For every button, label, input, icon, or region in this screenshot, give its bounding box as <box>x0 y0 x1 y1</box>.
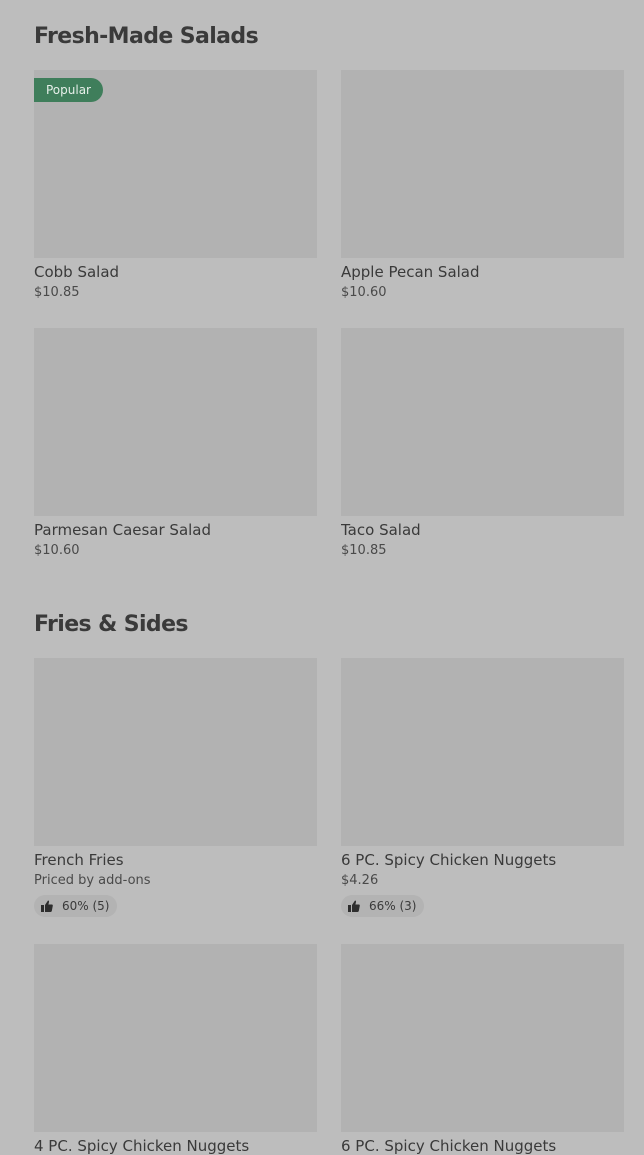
menu-item-card[interactable]: French Fries Priced by add-ons 60% (5) <box>34 658 317 918</box>
item-name: Taco Salad <box>341 521 421 539</box>
item-image <box>341 328 624 516</box>
item-image <box>34 658 317 846</box>
section-title-fries-sides: Fries & Sides <box>34 612 188 637</box>
item-image <box>341 944 624 1132</box>
item-name: French Fries <box>34 851 124 869</box>
section-title-salads: Fresh-Made Salads <box>34 24 259 49</box>
item-price: $10.85 <box>341 543 387 558</box>
menu-item-card[interactable]: 6 PC. Spicy Chicken Nuggets <box>341 944 624 1155</box>
rating-pill: 66% (3) <box>341 895 425 917</box>
menu-item-card[interactable]: Popular Cobb Salad $10.85 <box>34 70 317 301</box>
item-image: Popular <box>34 70 317 258</box>
item-image <box>34 328 317 516</box>
item-price: Priced by add-ons <box>34 873 151 888</box>
menu-item-card[interactable]: Parmesan Caesar Salad $10.60 <box>34 328 317 559</box>
rating-text: 60% (5) <box>62 899 110 913</box>
thumbs-up-icon <box>40 899 54 913</box>
item-name: Apple Pecan Salad <box>341 263 480 281</box>
item-price: $10.85 <box>34 285 80 300</box>
item-name: 6 PC. Spicy Chicken Nuggets <box>341 851 557 869</box>
item-name: Cobb Salad <box>34 263 120 281</box>
item-price: $4.26 <box>341 873 379 888</box>
rating-text: 66% (3) <box>369 899 417 913</box>
popular-badge: Popular <box>34 78 103 102</box>
rating-pill: 60% (5) <box>34 895 118 917</box>
item-price: $10.60 <box>34 543 80 558</box>
item-price: $10.60 <box>341 285 387 300</box>
item-image <box>341 70 624 258</box>
thumbs-up-icon <box>347 899 361 913</box>
menu-item-card[interactable]: Apple Pecan Salad $10.60 <box>341 70 624 301</box>
menu-item-card[interactable]: 4 PC. Spicy Chicken Nuggets <box>34 944 317 1155</box>
menu-item-card[interactable]: 6 PC. Spicy Chicken Nuggets $4.26 66% (3… <box>341 658 624 918</box>
item-image <box>341 658 624 846</box>
item-name: Parmesan Caesar Salad <box>34 521 212 539</box>
menu-item-card[interactable]: Taco Salad $10.85 <box>341 328 624 559</box>
item-image <box>34 944 317 1132</box>
